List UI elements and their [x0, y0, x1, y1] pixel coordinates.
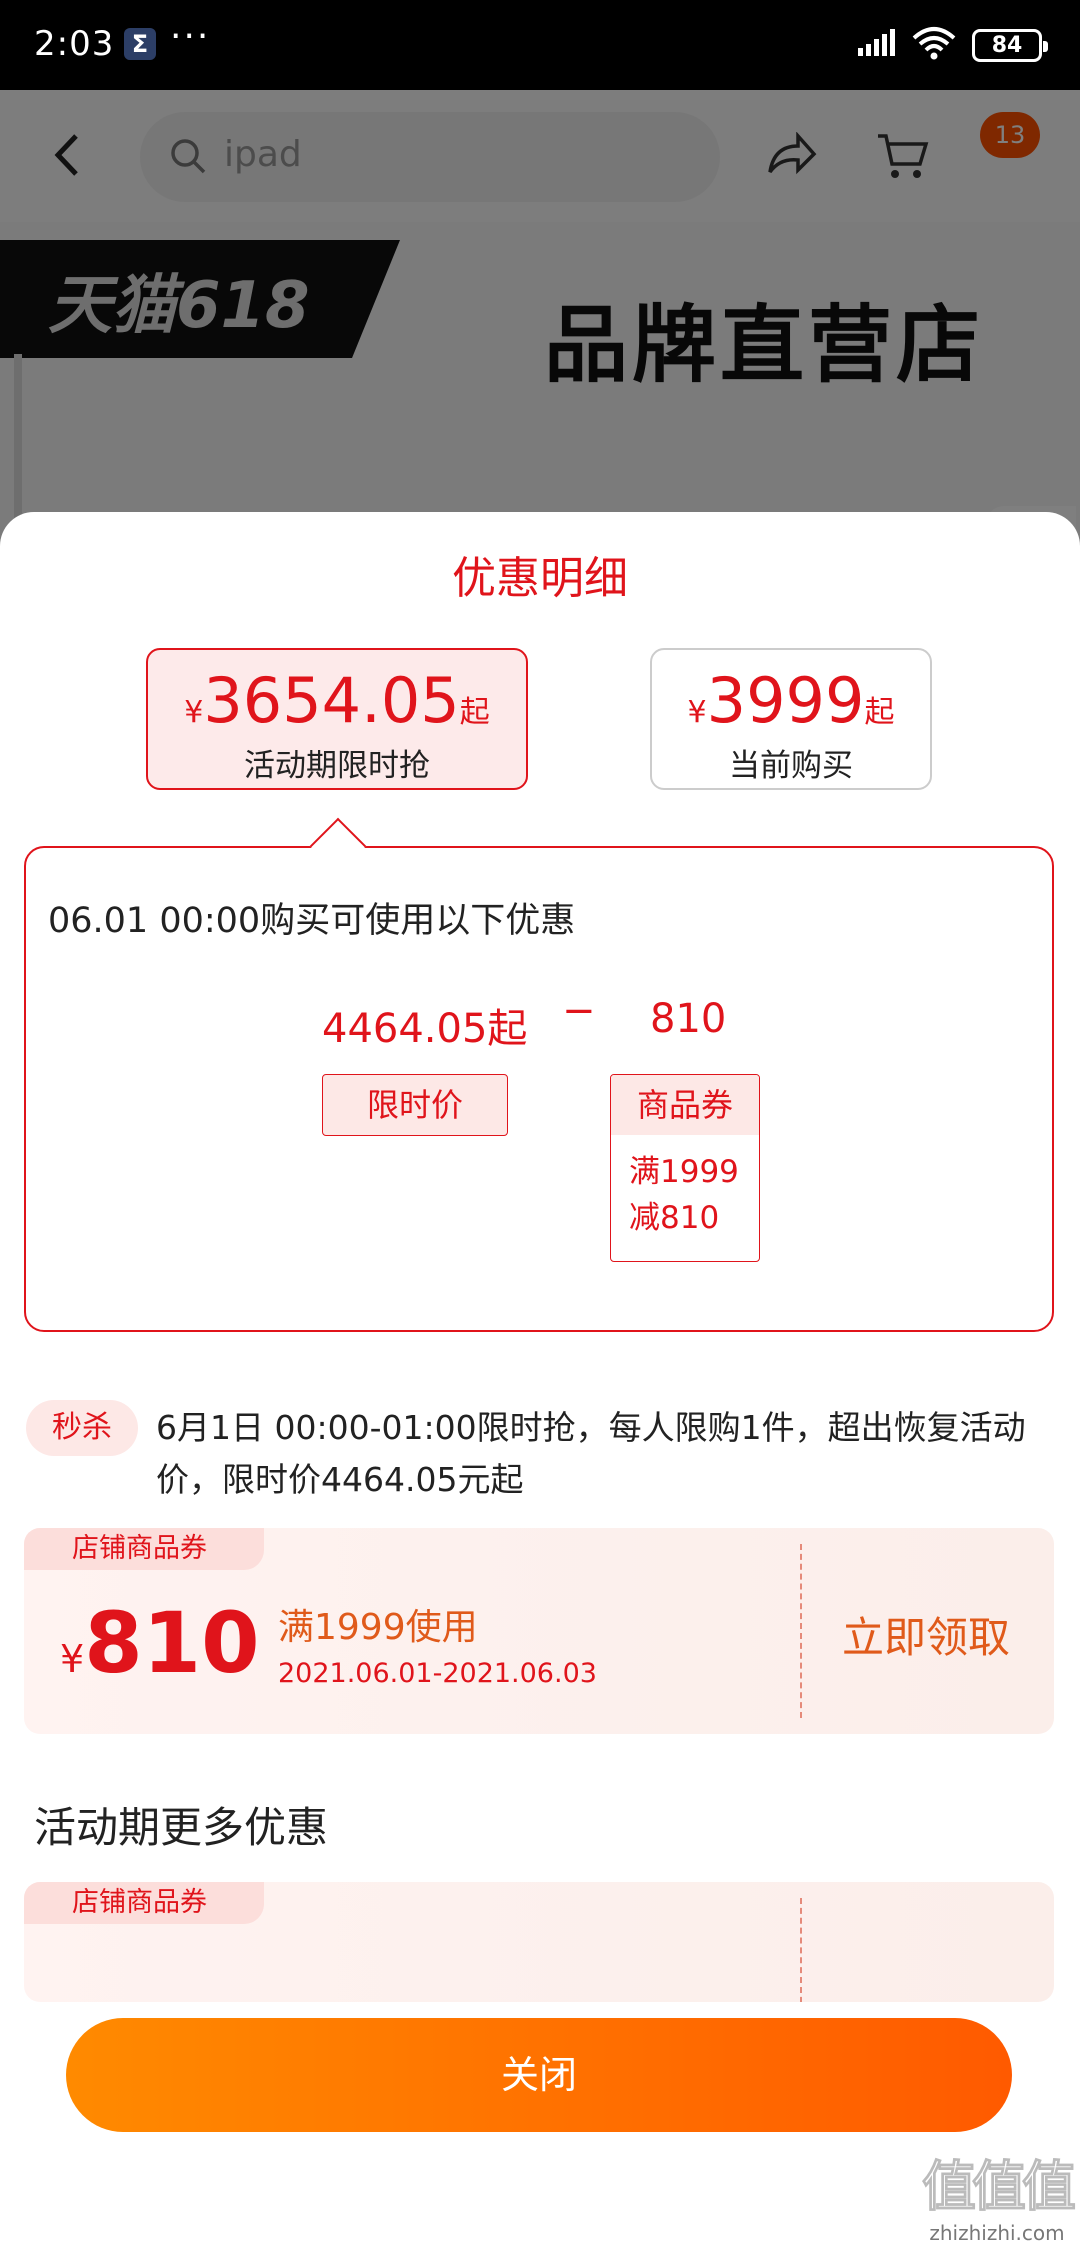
- limited-price-label: 限时价: [322, 1074, 508, 1136]
- more-notifications-icon: ···: [170, 16, 211, 57]
- store-coupon-card-2: 店铺商品券: [24, 1882, 1054, 2002]
- wifi-icon: [912, 27, 956, 60]
- watermark: 值值值 zhizhizhi.com: [922, 2142, 1077, 2246]
- store-coupon-card: 店铺商品券 ¥810 满1999使用 2021.06.01-2021.06.03…: [24, 1528, 1054, 1734]
- coupon-type-tag: 店铺商品券: [24, 1528, 264, 1570]
- coupon-threshold: 满1999: [629, 1154, 739, 1190]
- discount-details-sheet: 优惠明细 ¥3654.05起 活动期限时抢 ¥3999起 当前购买 06.01 …: [0, 512, 1080, 2248]
- close-button[interactable]: 关闭: [66, 2018, 1012, 2132]
- status-time: 2:03: [34, 24, 115, 64]
- coupon-divider: [800, 1544, 802, 1718]
- promo-price-caption: 活动期限时抢: [244, 748, 430, 784]
- signal-icon: [858, 29, 895, 56]
- breakdown-title: 06.01 00:00购买可使用以下优惠: [48, 901, 576, 941]
- discount-breakdown-panel: 06.01 00:00购买可使用以下优惠 4464.05起 − 810 限时价 …: [24, 817, 1054, 1332]
- pointer-arrow: [309, 817, 367, 875]
- claim-coupon-button[interactable]: 立即领取: [842, 1604, 1010, 1665]
- discount-amount: 810: [650, 996, 727, 1042]
- seckill-description: 6月1日 00:00-01:00限时抢，每人限购1件，超出恢复活动价，限时价44…: [156, 1408, 1026, 1499]
- seckill-badge: 秒杀: [26, 1400, 138, 1456]
- current-price-caption: 当前购买: [729, 748, 853, 784]
- coupon-reduction: 减810: [629, 1200, 720, 1236]
- option-current-price[interactable]: ¥3999起 当前购买: [650, 648, 932, 790]
- product-coupon-card: 商品券 满1999 减810: [610, 1074, 760, 1262]
- current-price: ¥3999起: [687, 664, 895, 737]
- status-bar: 2:03 Σ ··· 84: [0, 0, 1080, 90]
- coupon-amount: ¥810: [60, 1594, 260, 1692]
- base-price: 4464.05起: [322, 1006, 528, 1052]
- coupon-type-tag: 店铺商品券: [24, 1882, 264, 1924]
- minus-sign: −: [562, 988, 596, 1034]
- coupon-divider: [800, 1898, 802, 2002]
- option-promo-price[interactable]: ¥3654.05起 活动期限时抢: [146, 648, 528, 790]
- promo-price: ¥3654.05起: [184, 664, 490, 737]
- coupon-condition: 满1999使用: [278, 1607, 478, 1648]
- watermark-site: zhizhizhi.com: [929, 2221, 1065, 2245]
- sigma-app-icon: Σ: [124, 28, 156, 60]
- coupon-valid-dates: 2021.06.01-2021.06.03: [278, 1658, 597, 1689]
- watermark-logo: 值值值: [922, 2155, 1077, 2219]
- home-indicator[interactable]: [340, 2220, 740, 2230]
- sheet-title: 优惠明细: [452, 553, 628, 604]
- product-coupon-label: 商品券: [611, 1075, 759, 1135]
- more-offers-title: 活动期更多优惠: [34, 1803, 329, 1852]
- battery-indicator: 84: [972, 29, 1048, 62]
